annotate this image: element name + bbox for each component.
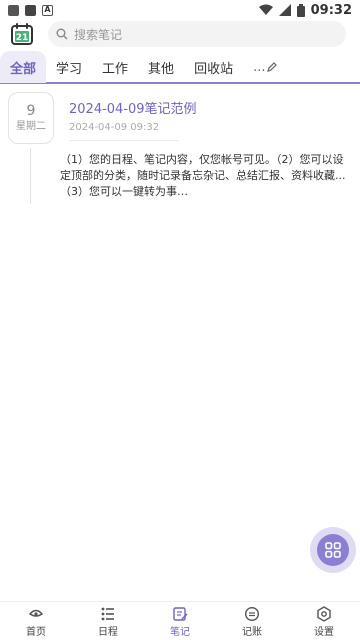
note-icon bbox=[173, 606, 188, 621]
search-input[interactable]: 搜索笔记 bbox=[48, 21, 346, 47]
bottom-nav: 首页 日程 笔记 记账 设置 bbox=[0, 601, 360, 640]
signal-icon bbox=[278, 4, 291, 16]
wifi-icon bbox=[258, 4, 273, 15]
grid-icon bbox=[325, 542, 341, 558]
home-icon bbox=[28, 609, 44, 617]
nav-ledger-label: 记账 bbox=[242, 626, 262, 638]
grid-fab-button[interactable] bbox=[310, 527, 356, 573]
tab-other[interactable]: 其他 bbox=[138, 51, 184, 83]
note-item[interactable]: 9 星期二 2024-04-09笔记范例 2024-04-09 09:32 （1… bbox=[0, 92, 360, 212]
timeline-line bbox=[30, 148, 31, 204]
calendar-logo-icon[interactable]: 21 bbox=[10, 22, 34, 46]
nav-home[interactable]: 首页 bbox=[6, 605, 66, 638]
a-icon: A bbox=[42, 4, 53, 16]
note-content[interactable]: （1）您的日程、笔记内容，仅您帐号可见。（2）您可以设定顶部的分类，随时记录备忘… bbox=[60, 152, 350, 200]
settings-icon bbox=[317, 605, 331, 622]
tab-study[interactable]: 学习 bbox=[46, 51, 92, 83]
nav-schedule[interactable]: 日程 bbox=[78, 605, 138, 638]
search-icon bbox=[56, 28, 68, 40]
nav-settings[interactable]: 设置 bbox=[294, 605, 354, 638]
note-date-box: 9 星期二 bbox=[8, 92, 54, 144]
note-weekday: 星期二 bbox=[16, 121, 46, 132]
status-bar: A 09:32 bbox=[0, 0, 360, 20]
nav-notes[interactable]: 笔记 bbox=[150, 605, 210, 638]
square-icon bbox=[25, 4, 36, 16]
top-bar: 21 搜索笔记 bbox=[0, 20, 360, 48]
schedule-icon bbox=[101, 607, 114, 620]
tab-all[interactable]: 全部 bbox=[0, 51, 47, 83]
note-title[interactable]: 2024-04-09笔记范例 bbox=[69, 98, 197, 117]
nav-schedule-label: 日程 bbox=[98, 626, 118, 638]
nav-settings-label: 设置 bbox=[314, 626, 334, 638]
nav-ledger[interactable]: 记账 bbox=[222, 605, 282, 638]
search-placeholder: 搜索笔记 bbox=[74, 27, 123, 42]
status-time: 09:32 bbox=[310, 2, 352, 18]
battery-icon bbox=[296, 3, 305, 17]
edit-icon bbox=[267, 62, 278, 72]
image-icon bbox=[8, 4, 19, 16]
tab-more-button[interactable]: ... bbox=[243, 51, 287, 83]
ledger-icon bbox=[244, 606, 260, 621]
note-timestamp: 2024-04-09 09:32 bbox=[69, 122, 160, 133]
category-tabs: 全部 学习 工作 其他 回收站 ... bbox=[0, 51, 360, 84]
calendar-logo-text: 21 bbox=[16, 33, 29, 43]
status-right: 09:32 bbox=[258, 2, 352, 18]
status-left: A bbox=[8, 4, 53, 16]
fab-inner bbox=[317, 534, 349, 566]
nav-home-label: 首页 bbox=[26, 626, 46, 638]
tab-work[interactable]: 工作 bbox=[92, 51, 138, 83]
tab-recycle-bin[interactable]: 回收站 bbox=[184, 51, 243, 83]
tab-more-label: ... bbox=[253, 59, 266, 75]
nav-notes-label: 笔记 bbox=[170, 626, 190, 638]
note-day: 9 bbox=[26, 103, 36, 119]
note-divider bbox=[69, 140, 179, 141]
